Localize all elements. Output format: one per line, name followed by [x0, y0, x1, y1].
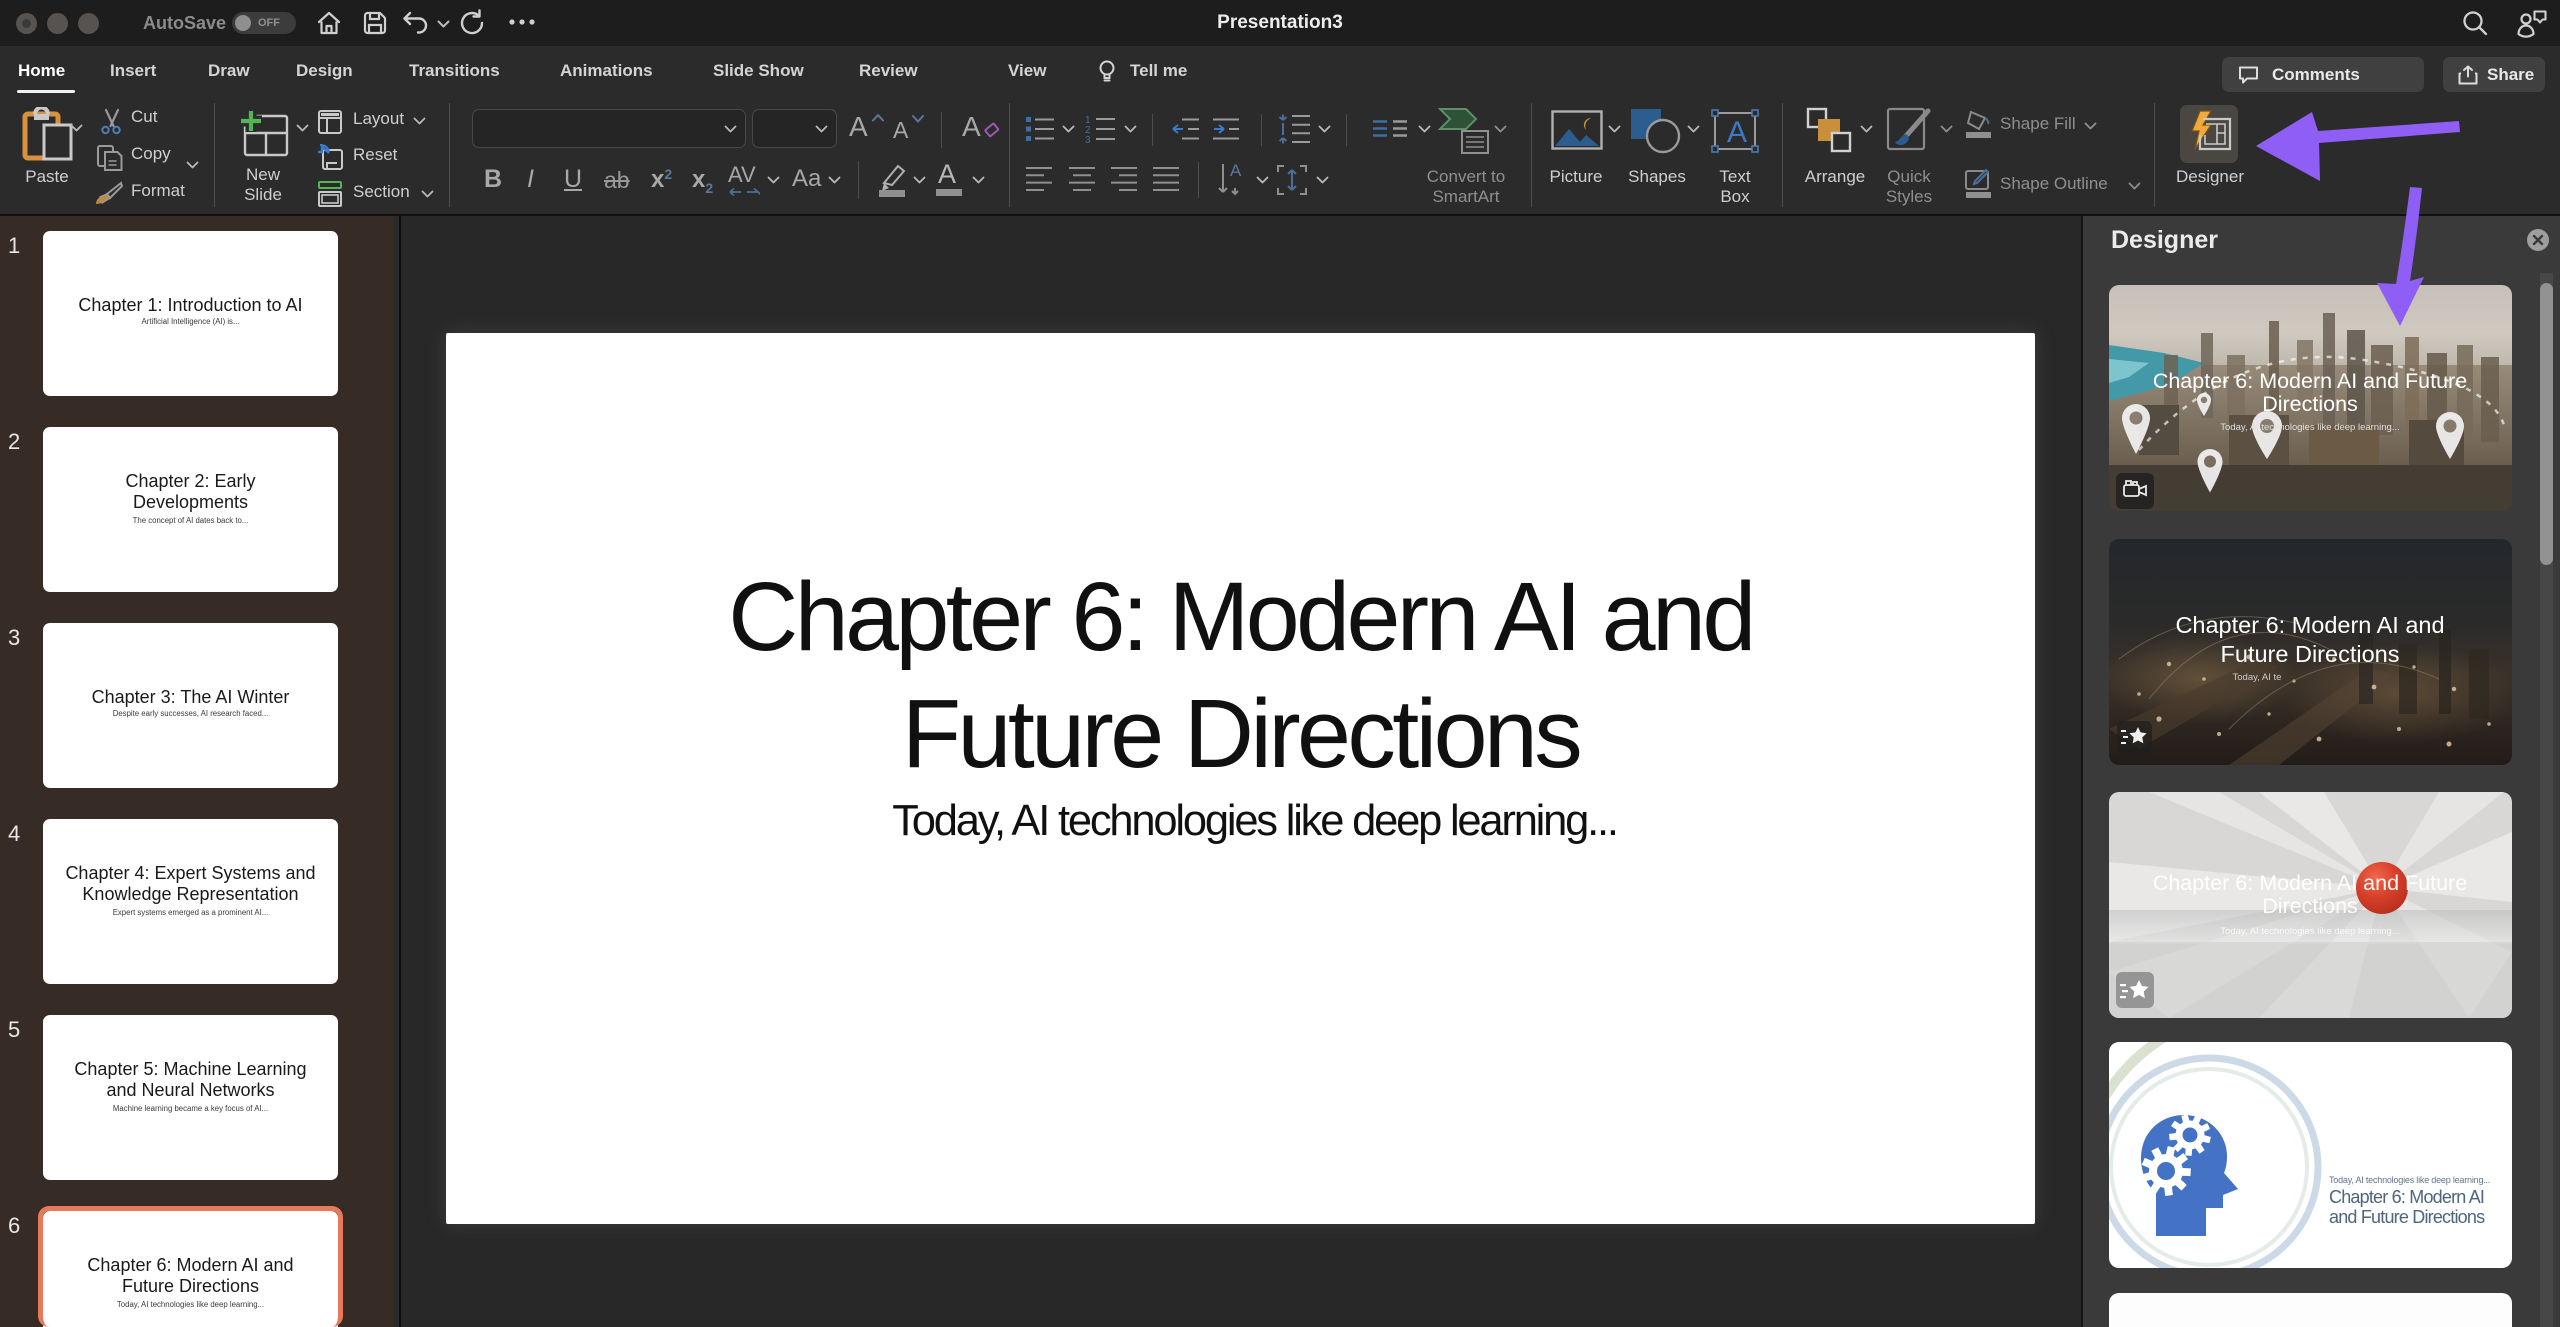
svg-text:3: 3	[1085, 135, 1091, 144]
svg-text:Chapter 6: Modern AI and Futur: Chapter 6: Modern AI and Future	[2153, 369, 2467, 393]
svg-text:Directions: Directions	[2262, 894, 2358, 918]
svg-text:A: A	[1727, 116, 1747, 149]
svg-text:A: A	[1230, 162, 1242, 180]
svg-text:Chapter 6: Modern AI: Chapter 6: Modern AI	[2329, 1187, 2484, 1207]
svg-text:Future Directions: Future Directions	[2221, 641, 2400, 667]
svg-text:Chapter 6: Modern AI and: Chapter 6: Modern AI and	[2175, 612, 2444, 638]
svg-text:Today, AI te: Today, AI te	[2233, 672, 2282, 683]
svg-text:Directions: Directions	[2262, 392, 2358, 416]
svg-text:Chapter 6: Modern AI and Futur: Chapter 6: Modern AI and Future	[2153, 871, 2467, 895]
svg-text:Today, AI technologies like de: Today, AI technologies like deep learnin…	[2220, 926, 2399, 937]
svg-text:Today, AI technologies like de: Today, AI technologies like deep learnin…	[2329, 1175, 2490, 1185]
svg-text:Today, AI technologies like de: Today, AI technologies like deep learnin…	[2220, 422, 2399, 433]
svg-text:and Future Directions: and Future Directions	[2329, 1207, 2485, 1227]
